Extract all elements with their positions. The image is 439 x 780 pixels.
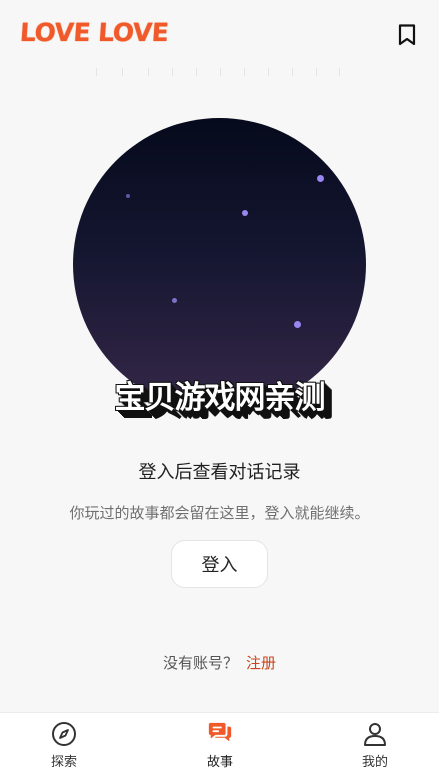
- header: LOVE LOVE: [0, 0, 439, 76]
- watermark-text: 宝贝游戏网亲测: [114, 380, 326, 416]
- chat-bubbles-icon: [207, 721, 233, 747]
- hero-night-sky: [73, 118, 366, 411]
- page-title: 登入后查看对话记录: [138, 462, 301, 483]
- compass-icon: [51, 721, 77, 747]
- signup-row: 没有账号？ 注册: [0, 652, 439, 673]
- nav-item-me[interactable]: 我的: [330, 721, 420, 777]
- page-subtitle: 你玩过的故事都会留在这里，登入就能继续。: [69, 504, 370, 522]
- star: [294, 321, 301, 328]
- nav-label: 我的: [361, 755, 388, 770]
- nav-label: 探索: [50, 755, 77, 770]
- bookmark-icon: [398, 24, 416, 46]
- signup-prompt: 没有账号？: [162, 654, 238, 672]
- star: [317, 175, 324, 182]
- star: [126, 194, 130, 198]
- person-icon: [362, 721, 388, 747]
- nav-label: 故事: [206, 755, 233, 770]
- bottom-nav: 探索 故事 我的: [0, 712, 439, 780]
- login-button[interactable]: 登入: [171, 540, 268, 588]
- bookmark-button[interactable]: [395, 22, 419, 48]
- star: [172, 298, 177, 303]
- story-screen: LOVE LOVE 宝贝游戏网亲测 登入后查看对话记录 你玩过的故事都会留在这里…: [0, 0, 439, 780]
- star: [242, 210, 248, 216]
- decorative-ticks: [96, 68, 340, 78]
- signup-link[interactable]: 注册: [246, 654, 276, 672]
- app-logo: LOVE LOVE: [18, 18, 170, 47]
- nav-item-explore[interactable]: 探索: [19, 721, 109, 777]
- nav-item-stories[interactable]: 故事: [175, 721, 265, 777]
